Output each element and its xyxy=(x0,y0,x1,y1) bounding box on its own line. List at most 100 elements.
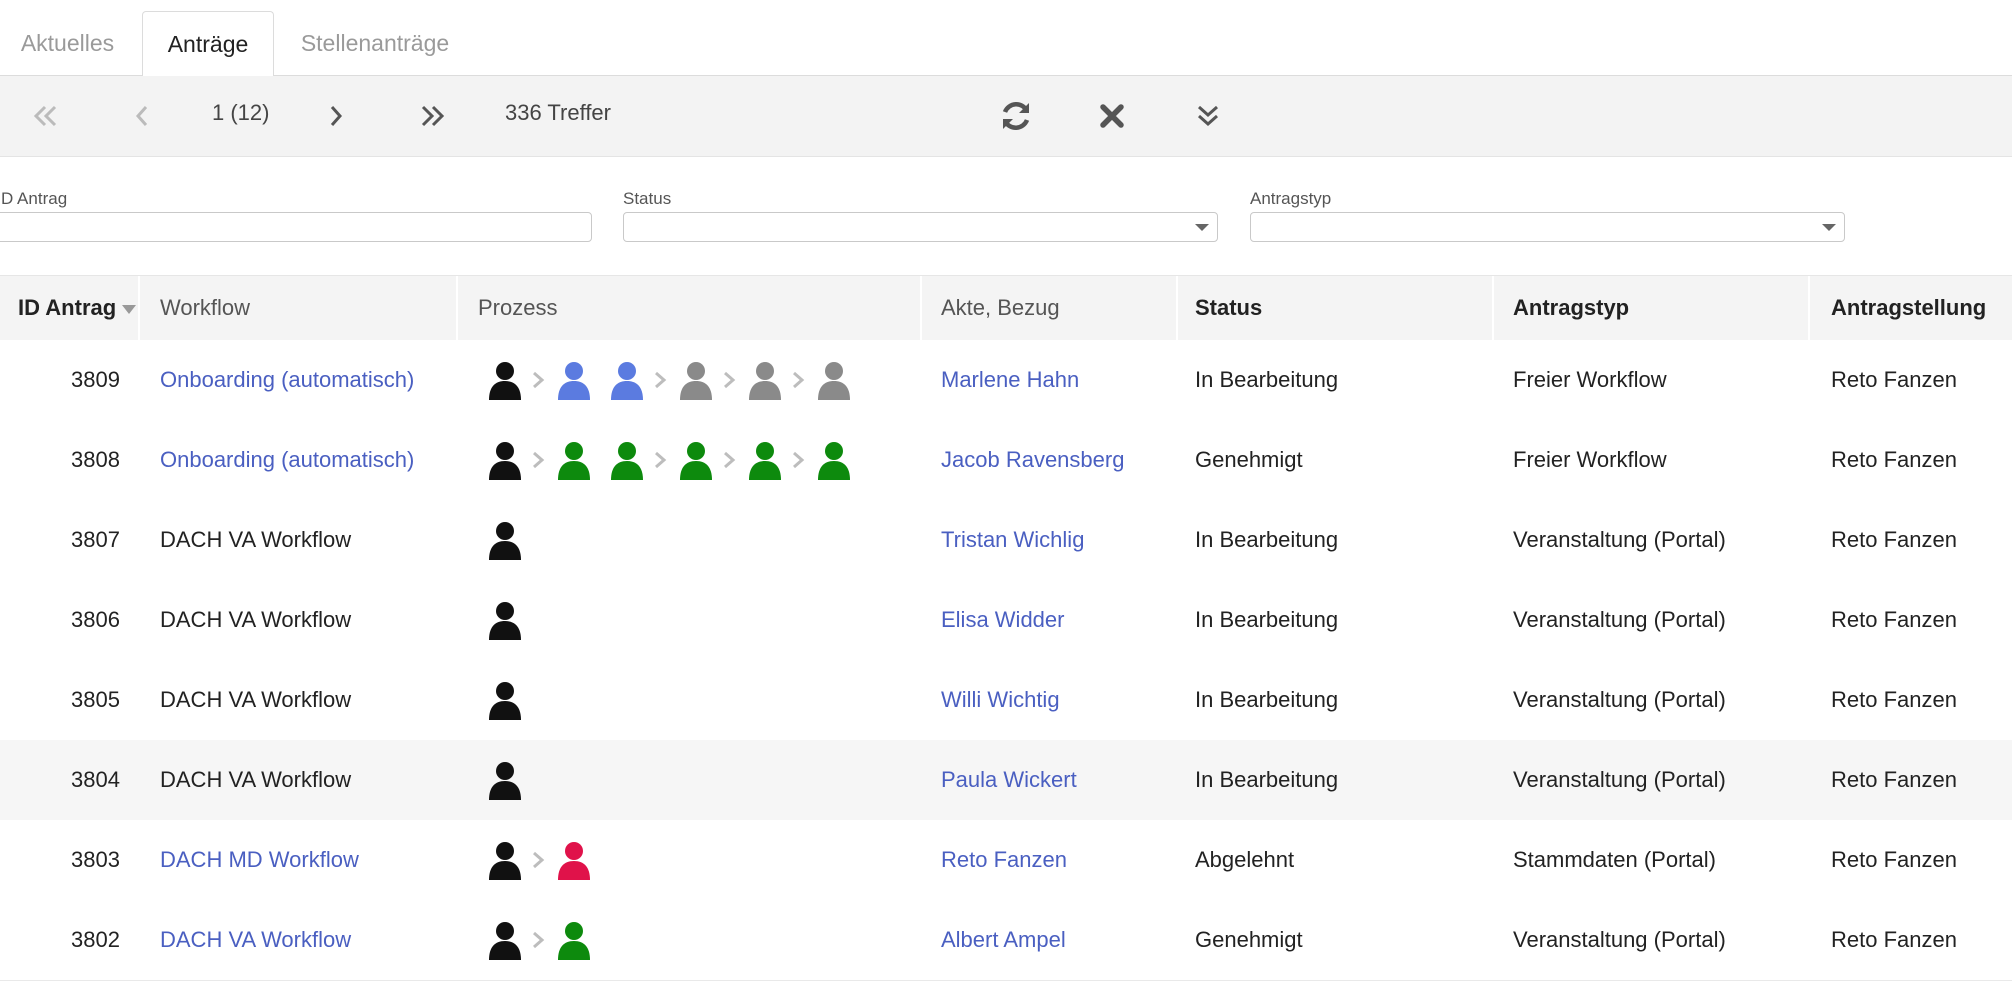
refresh-icon[interactable] xyxy=(996,96,1036,136)
cell-antragstellung: Reto Fanzen xyxy=(1831,527,1957,552)
person-gray-icon[interactable] xyxy=(747,360,790,400)
cell-typ: Veranstaltung (Portal) xyxy=(1513,767,1726,792)
chevron-right-icon xyxy=(530,931,556,949)
person-blue-icon[interactable] xyxy=(609,360,652,400)
process-chain xyxy=(487,900,599,980)
table-row[interactable]: 3804 DACH VA Workflow Paula Wickert In B… xyxy=(0,740,2012,821)
clear-filter-icon[interactable] xyxy=(1094,98,1130,134)
cell-workflow: DACH VA Workflow xyxy=(160,527,352,552)
filter-id-label: D Antrag xyxy=(1,189,68,208)
chevron-right-icon xyxy=(721,371,747,389)
cell-id: 3805 xyxy=(71,687,120,712)
cell-id: 3802 xyxy=(71,927,120,952)
column-divider[interactable] xyxy=(138,276,140,340)
cell-status: In Bearbeitung xyxy=(1195,367,1339,392)
table-header: ID Antrag Workflow Prozess Akte, Bezug S… xyxy=(0,275,2012,341)
process-chain xyxy=(487,820,599,900)
person-black-icon[interactable] xyxy=(487,680,530,720)
table-row[interactable]: 3809 Onboarding (automatisch) Marlene Ha… xyxy=(0,340,2012,421)
cell-id: 3803 xyxy=(71,847,120,872)
filter-type-select[interactable] xyxy=(1250,212,1845,242)
col-status-header[interactable]: Status xyxy=(1195,276,1262,340)
tab-aktuelles[interactable]: Aktuelles xyxy=(0,11,135,75)
table-row[interactable]: 3806 DACH VA Workflow Elisa Widder In Be… xyxy=(0,580,2012,661)
cell-antragstellung: Reto Fanzen xyxy=(1831,447,1957,472)
person-black-icon[interactable] xyxy=(487,840,530,880)
tab-antraege[interactable]: Anträge xyxy=(142,11,274,78)
chevron-right-icon xyxy=(652,371,678,389)
person-black-icon[interactable] xyxy=(487,920,530,960)
cell-id: 3808 xyxy=(71,447,120,472)
cell-status: Genehmigt xyxy=(1195,447,1303,472)
col-typ-header[interactable]: Antragstyp xyxy=(1513,276,1629,340)
cell-typ: Veranstaltung (Portal) xyxy=(1513,687,1726,712)
cell-akte-link[interactable]: Elisa Widder xyxy=(941,580,1064,660)
person-black-icon[interactable] xyxy=(487,440,530,480)
col-id-header[interactable]: ID Antrag xyxy=(18,276,137,340)
table-row[interactable]: 3805 DACH VA Workflow Willi Wichtig In B… xyxy=(0,660,2012,741)
table-row[interactable]: 3802 DACH VA Workflow Albert Ampel Geneh… xyxy=(0,900,2012,981)
person-black-icon[interactable] xyxy=(487,360,530,400)
cell-antragstellung: Reto Fanzen xyxy=(1831,847,1957,872)
person-green-icon[interactable] xyxy=(816,440,859,480)
chevron-right-icon xyxy=(652,451,678,469)
person-black-icon[interactable] xyxy=(487,760,530,800)
cell-antragstellung: Reto Fanzen xyxy=(1831,687,1957,712)
table-row[interactable]: 3807 DACH VA Workflow Tristan Wichlig In… xyxy=(0,500,2012,581)
table-row[interactable]: 3803 DACH MD Workflow Reto Fanzen Abgele… xyxy=(0,820,2012,901)
column-divider[interactable] xyxy=(456,276,458,340)
expand-icon[interactable] xyxy=(1190,98,1226,134)
cell-workflow: DACH MD Workflow xyxy=(160,847,359,872)
cell-akte-link[interactable]: Albert Ampel xyxy=(941,900,1066,980)
filter-status-select[interactable] xyxy=(623,212,1218,242)
col-prozess-header[interactable]: Prozess xyxy=(478,276,557,340)
column-divider[interactable] xyxy=(1808,276,1810,340)
cell-akte-link[interactable]: Marlene Hahn xyxy=(941,340,1079,420)
filter-id-input[interactable] xyxy=(0,212,592,242)
tab-stellenantraege[interactable]: Stellenanträge xyxy=(285,11,465,75)
cell-antragstellung: Reto Fanzen xyxy=(1831,367,1957,392)
prev-page-icon[interactable] xyxy=(128,98,156,134)
cell-akte-link[interactable]: Jacob Ravensberg xyxy=(941,420,1124,500)
col-workflow-header[interactable]: Workflow xyxy=(160,276,250,340)
last-page-icon[interactable] xyxy=(414,98,450,134)
person-blue-icon[interactable] xyxy=(556,360,599,400)
cell-akte-link[interactable]: Reto Fanzen xyxy=(941,820,1067,900)
column-divider[interactable] xyxy=(920,276,922,340)
chevron-right-icon xyxy=(530,371,556,389)
cell-workflow: DACH VA Workflow xyxy=(160,767,352,792)
process-chain xyxy=(487,420,859,500)
process-chain xyxy=(487,500,530,580)
chevron-right-icon xyxy=(790,371,816,389)
cell-akte-link[interactable]: Paula Wickert xyxy=(941,740,1077,820)
col-akte-header[interactable]: Akte, Bezug xyxy=(941,276,1060,340)
col-antragstellung-header[interactable]: Antragstellung xyxy=(1831,276,1986,340)
cell-workflow: DACH VA Workflow xyxy=(160,687,352,712)
cell-antragstellung: Reto Fanzen xyxy=(1831,607,1957,632)
person-green-icon[interactable] xyxy=(747,440,790,480)
column-divider[interactable] xyxy=(1492,276,1494,340)
person-red-icon[interactable] xyxy=(556,840,599,880)
cell-akte-link[interactable]: Tristan Wichlig xyxy=(941,500,1084,580)
cell-status: Abgelehnt xyxy=(1195,847,1295,872)
cell-akte-link[interactable]: Willi Wichtig xyxy=(941,660,1060,740)
person-gray-icon[interactable] xyxy=(816,360,859,400)
table-row[interactable]: 3808 Onboarding (automatisch) Jacob Rave… xyxy=(0,420,2012,501)
cell-status: In Bearbeitung xyxy=(1195,607,1339,632)
first-page-icon[interactable] xyxy=(28,98,64,134)
person-green-icon[interactable] xyxy=(609,440,652,480)
cell-typ: Veranstaltung (Portal) xyxy=(1513,927,1726,952)
chevron-right-icon xyxy=(530,451,556,469)
person-gray-icon[interactable] xyxy=(678,360,721,400)
sort-desc-icon[interactable] xyxy=(122,304,137,314)
column-divider[interactable] xyxy=(1176,276,1178,340)
person-green-icon[interactable] xyxy=(678,440,721,480)
cell-status: In Bearbeitung xyxy=(1195,527,1339,552)
person-black-icon[interactable] xyxy=(487,520,530,560)
person-black-icon[interactable] xyxy=(487,600,530,640)
person-green-icon[interactable] xyxy=(556,920,599,960)
person-green-icon[interactable] xyxy=(556,440,599,480)
cell-status: In Bearbeitung xyxy=(1195,767,1339,792)
cell-antragstellung: Reto Fanzen xyxy=(1831,927,1957,952)
next-page-icon[interactable] xyxy=(322,98,350,134)
